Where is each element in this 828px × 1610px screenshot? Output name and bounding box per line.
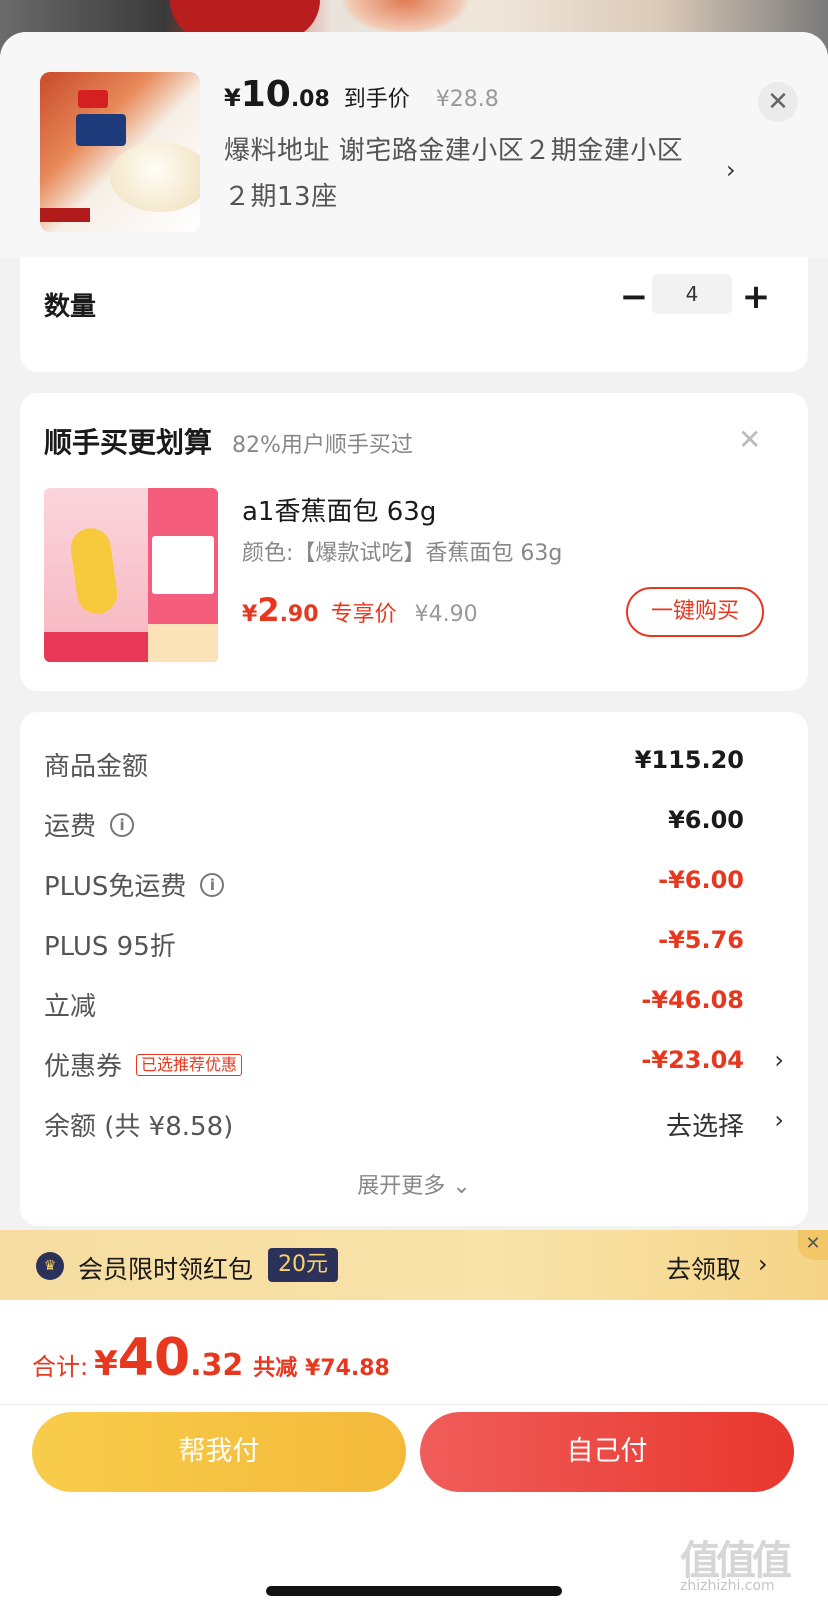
package-tag [40, 208, 90, 222]
summary-value: ¥6.00 [668, 806, 744, 834]
upsell-price-integer: 2 [257, 591, 280, 629]
summary-value: -¥6.00 [658, 866, 744, 894]
promo-amount-badge: 20元 [268, 1248, 338, 1282]
upsell-card: 顺手买更划算 82%用户顺手买过 ✕ a1香蕉面包 63g 颜色:【爆款试吃】香… [20, 393, 808, 691]
summary-label: PLUS免运费 i [44, 866, 225, 903]
promo-close-icon[interactable]: ✕ [798, 1230, 828, 1260]
order-total: 合计: ¥ 40 .32 共减 ¥74.88 [32, 1328, 390, 1388]
delivery-address[interactable]: 爆料地址 谢宅路金建小区２期金建小区２期13座 [224, 128, 704, 220]
image-price-panel [152, 536, 214, 594]
total-label: 合计: [32, 1353, 89, 1381]
upsell-original-price: ¥4.90 [414, 602, 478, 627]
ask-friend-pay-button[interactable]: 帮我付 [32, 1412, 406, 1492]
one-click-buy-button[interactable]: 一键购买 [626, 587, 764, 637]
price-integer: 10 [240, 74, 291, 115]
upsell-product-image[interactable] [44, 488, 218, 662]
info-icon[interactable]: i [110, 812, 135, 837]
chevron-right-icon[interactable]: › [758, 1250, 768, 1278]
price-summary-card: 商品金额 ¥115.20 运费 i ¥6.00 PLUS免运费 i -¥6.00 P… [20, 712, 808, 1226]
price-currency: ¥ [224, 84, 241, 112]
total-decimal: .32 [190, 1348, 244, 1383]
quantity-label: 数量 [44, 292, 97, 322]
summary-row-balance[interactable]: 余额 (共 ¥8.58) 去选择 › [44, 1106, 784, 1146]
address-chevron-icon[interactable]: › [726, 156, 736, 184]
chevron-right-icon[interactable]: › [774, 1106, 784, 1134]
info-icon[interactable]: i [200, 872, 225, 897]
summary-label: PLUS 95折 [44, 932, 176, 962]
summary-label: 余额 (共 ¥8.58) [44, 1112, 234, 1142]
upsell-price: ¥ 2 .90 专享价 ¥4.90 [242, 591, 478, 629]
quantity-input[interactable]: 4 [652, 274, 732, 314]
product-header: ¥ 10 .08 到手价 ¥28.8 爆料地址 谢宅路金建小区２期金建小区２期1… [0, 32, 828, 257]
summary-value: -¥5.76 [658, 926, 744, 954]
upsell-price-decimal: .90 [279, 602, 319, 627]
plus-free-shipping-label: PLUS免运费 [44, 872, 187, 902]
summary-row-instant-discount: 立减 -¥46.08 [44, 986, 784, 1026]
summary-label: 立减 [44, 992, 97, 1022]
upsell-subtitle: 82%用户顺手买过 [232, 433, 413, 458]
upsell-product-spec: 颜色:【爆款试吃】香蕉面包 63g [242, 541, 563, 566]
upsell-product-name[interactable]: a1香蕉面包 63g [242, 491, 436, 528]
member-red-packet-banner[interactable]: ♛ 会员限时领红包 20元 去领取 › ✕ [0, 1230, 828, 1300]
quantity-increase-button[interactable]: + [738, 280, 774, 316]
claim-link[interactable]: 去领取 [666, 1250, 741, 1286]
price-decimal: .08 [290, 87, 330, 112]
summary-value[interactable]: 去选择 [666, 1106, 744, 1143]
product-thumbnail [40, 72, 200, 232]
divider [0, 1404, 828, 1405]
upsell-price-label: 专享价 [330, 602, 397, 627]
coupon-label: 优惠券 [44, 1052, 123, 1082]
summary-value: -¥23.04 [641, 1046, 744, 1074]
summary-value: ¥115.20 [634, 746, 744, 774]
close-button[interactable]: ✕ [758, 82, 798, 122]
price-label: 到手价 [343, 87, 410, 112]
watermark-url: zhizhizhi.com [680, 1578, 775, 1594]
image-original-price-panel [148, 624, 218, 662]
total-currency: ¥ [94, 1344, 118, 1384]
upsell-title: 顺手买更划算 [44, 426, 213, 459]
quantity-card: 数量 − 4 + [20, 244, 808, 372]
summary-row-coupon[interactable]: 优惠券 已选推荐优惠 -¥23.04 › [44, 1046, 784, 1086]
upsell-close-icon[interactable]: ✕ [738, 423, 761, 456]
summary-row-shipping: 运费 i ¥6.00 [44, 806, 784, 846]
package-title [76, 114, 126, 146]
quantity-decrease-button[interactable]: − [616, 280, 652, 316]
upsell-price-currency: ¥ [242, 602, 258, 627]
summary-label: 商品金额 [44, 752, 149, 782]
crown-icon: ♛ [36, 1252, 64, 1280]
total-integer: 40 [117, 1328, 191, 1388]
original-price: ¥28.8 [435, 87, 499, 112]
chevron-right-icon[interactable]: › [774, 1046, 784, 1074]
shrimp-image [340, 0, 470, 35]
brand-logo [78, 90, 108, 108]
shipping-label: 运费 [44, 812, 97, 842]
summary-value: -¥46.08 [641, 986, 744, 1014]
summary-row-goods: 商品金额 ¥115.20 [44, 746, 784, 786]
coupon-badge: 已选推荐优惠 [136, 1053, 243, 1076]
wonton-bowl [110, 142, 200, 212]
summary-label: 优惠券 已选推荐优惠 [44, 1046, 243, 1083]
pay-myself-button[interactable]: 自己付 [420, 1412, 794, 1492]
summary-row-plus-free-shipping: PLUS免运费 i -¥6.00 [44, 866, 784, 906]
promo-text: 会员限时领红包 [78, 1255, 254, 1284]
home-indicator[interactable] [266, 1586, 562, 1596]
expand-more-button[interactable]: 展开更多 ⌄ [20, 1168, 808, 1200]
summary-row-plus-discount: PLUS 95折 -¥5.76 [44, 926, 784, 966]
final-price: ¥ 10 .08 到手价 ¥28.8 [224, 74, 499, 115]
total-saved: 共减 ¥74.88 [253, 1356, 390, 1381]
summary-label: 运费 i [44, 806, 135, 843]
